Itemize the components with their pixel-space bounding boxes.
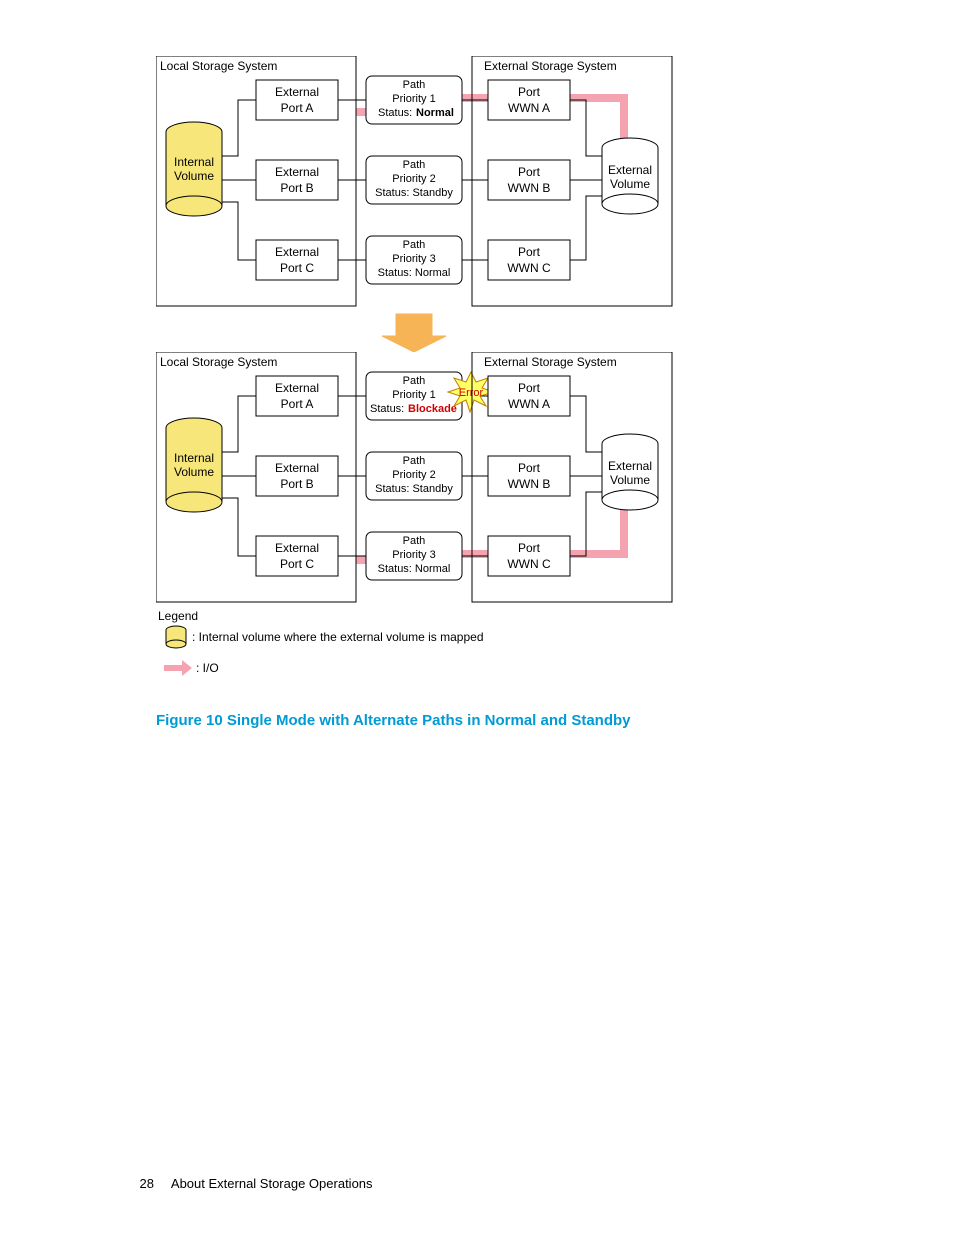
path1-2-l3b: Blockade	[408, 403, 457, 415]
port-a-2-l1: External	[275, 381, 319, 395]
legend-cyl: : Internal volume where the external vol…	[192, 630, 484, 644]
path1-2-l2: Priority 1	[392, 389, 435, 401]
path2-l2: Priority 2	[392, 173, 435, 185]
port-a-l2: Port A	[281, 101, 314, 115]
wwn-a-2-l1: Port	[518, 381, 541, 395]
path1-2-l1: Path	[403, 375, 426, 387]
local-storage-label: Local Storage System	[160, 59, 277, 73]
path1-l1: Path	[403, 79, 426, 91]
path1-2-l3a: Status:	[370, 403, 404, 415]
internal-volume-2-l2: Volume	[174, 465, 214, 479]
page: Local Storage System Internal Volume Ext…	[0, 0, 954, 1235]
wwn-b-2-l2: WWN B	[508, 477, 551, 491]
port-b-2-l2: Port B	[280, 477, 313, 491]
wwn-c-l2: WWN C	[507, 261, 551, 275]
wwn-a-l1: Port	[518, 85, 541, 99]
path3-2-l1: Path	[403, 535, 426, 547]
port-a-2-l2: Port A	[281, 397, 314, 411]
legend-title: Legend	[158, 609, 198, 623]
external-storage-label-2: External Storage System	[484, 355, 617, 369]
diagram-1: Local Storage System Internal Volume Ext…	[156, 56, 712, 352]
error-label: Error	[459, 387, 484, 399]
port-c-l2: Port C	[280, 261, 314, 275]
wwn-c-2-l2: WWN C	[507, 557, 551, 571]
diagram-2: Local Storage System Internal Volume Ext…	[156, 352, 712, 696]
page-footer: 28 About External Storage Operations	[128, 1176, 373, 1191]
path2-l1: Path	[403, 159, 426, 171]
external-volume-2-l2: Volume	[610, 473, 650, 487]
path3-l2: Priority 3	[392, 253, 435, 265]
wwn-b-l1: Port	[518, 165, 541, 179]
path3-l3: Status: Normal	[378, 267, 451, 279]
wwn-b-l2: WWN B	[508, 181, 551, 195]
wwn-c-2-l1: Port	[518, 541, 541, 555]
wwn-a-l2: WWN A	[508, 101, 550, 115]
page-number: 28	[128, 1176, 154, 1191]
port-a-l1: External	[275, 85, 319, 99]
external-storage-label: External Storage System	[484, 59, 617, 73]
path2-2-l2: Priority 2	[392, 469, 435, 481]
port-b-2-l1: External	[275, 461, 319, 475]
wwn-c-l1: Port	[518, 245, 541, 259]
internal-volume-2-l1: Internal	[174, 451, 214, 465]
path2-2-l1: Path	[403, 455, 426, 467]
internal-volume-l2: Volume	[174, 169, 214, 183]
port-b-l2: Port B	[280, 181, 313, 195]
wwn-a-2-l2: WWN A	[508, 397, 550, 411]
path3-2-l3: Status: Normal	[378, 563, 451, 575]
path1-l3b: Normal	[416, 107, 454, 119]
internal-volume-l1: Internal	[174, 155, 214, 169]
path3-2-l2: Priority 3	[392, 549, 435, 561]
local-storage-label-2: Local Storage System	[160, 355, 277, 369]
path3-l1: Path	[403, 239, 426, 251]
wwn-b-2-l1: Port	[518, 461, 541, 475]
path2-2-l3: Status: Standby	[375, 483, 453, 495]
figure-caption: Figure 10 Single Mode with Alternate Pat…	[156, 712, 631, 729]
path1-l2: Priority 1	[392, 93, 435, 105]
legend-io: : I/O	[196, 661, 219, 675]
port-c-2-l1: External	[275, 541, 319, 555]
port-c-l1: External	[275, 245, 319, 259]
external-volume-l1: External	[608, 163, 652, 177]
external-volume-2-l1: External	[608, 459, 652, 473]
port-c-2-l2: Port C	[280, 557, 314, 571]
section-title: About External Storage Operations	[171, 1176, 373, 1191]
external-volume-l2: Volume	[610, 177, 650, 191]
port-b-l1: External	[275, 165, 319, 179]
path2-l3: Status: Standby	[375, 187, 453, 199]
path1-l3a: Status:	[378, 107, 412, 119]
